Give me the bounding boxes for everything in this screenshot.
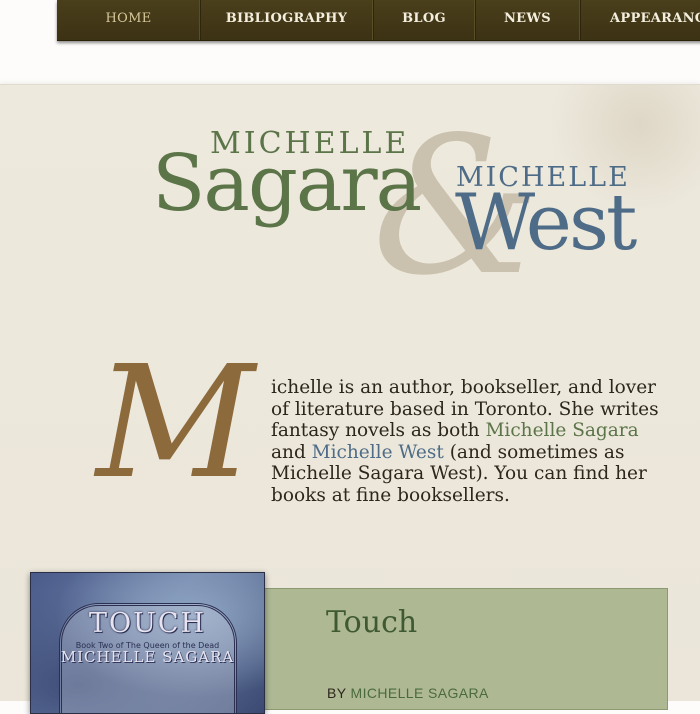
book-author-link[interactable]: MICHELLE SAGARA bbox=[351, 685, 489, 701]
intro-paragraph: ichelle is an author, bookseller, and lo… bbox=[271, 377, 676, 506]
book-byline: BY MICHELLE SAGARA bbox=[327, 685, 489, 701]
michelle-sagara-link[interactable]: Michelle Sagara bbox=[485, 420, 638, 441]
nav-appearances[interactable]: APPEARANCES bbox=[580, 0, 700, 40]
featured-book-panel: Touch BY MICHELLE SAGARA bbox=[263, 588, 668, 710]
book-cover-image[interactable]: TOUCH Book Two of The Queen of the Dead … bbox=[30, 572, 265, 714]
nav-blog[interactable]: BLOG bbox=[373, 0, 476, 40]
main-navigation: HOME BIBLIOGRAPHY BLOG NEWS APPEARANCES bbox=[57, 0, 700, 41]
logo-west-surname: West bbox=[455, 178, 637, 268]
logo-sagara-surname: Sagara bbox=[152, 139, 422, 229]
intro-text-and: and bbox=[271, 441, 312, 463]
nav-bibliography[interactable]: BIBLIOGRAPHY bbox=[200, 0, 374, 40]
byline-prefix: BY bbox=[327, 685, 351, 701]
michelle-west-link[interactable]: Michelle West bbox=[312, 442, 444, 463]
intro-dropcap: M bbox=[96, 332, 255, 513]
nav-news[interactable]: NEWS bbox=[475, 0, 581, 40]
book-title-link[interactable]: Touch bbox=[326, 605, 417, 640]
cover-title: TOUCH bbox=[88, 608, 207, 639]
nav-home[interactable]: HOME bbox=[57, 0, 201, 40]
cover-author: MICHELLE SAGARA bbox=[60, 648, 235, 666]
